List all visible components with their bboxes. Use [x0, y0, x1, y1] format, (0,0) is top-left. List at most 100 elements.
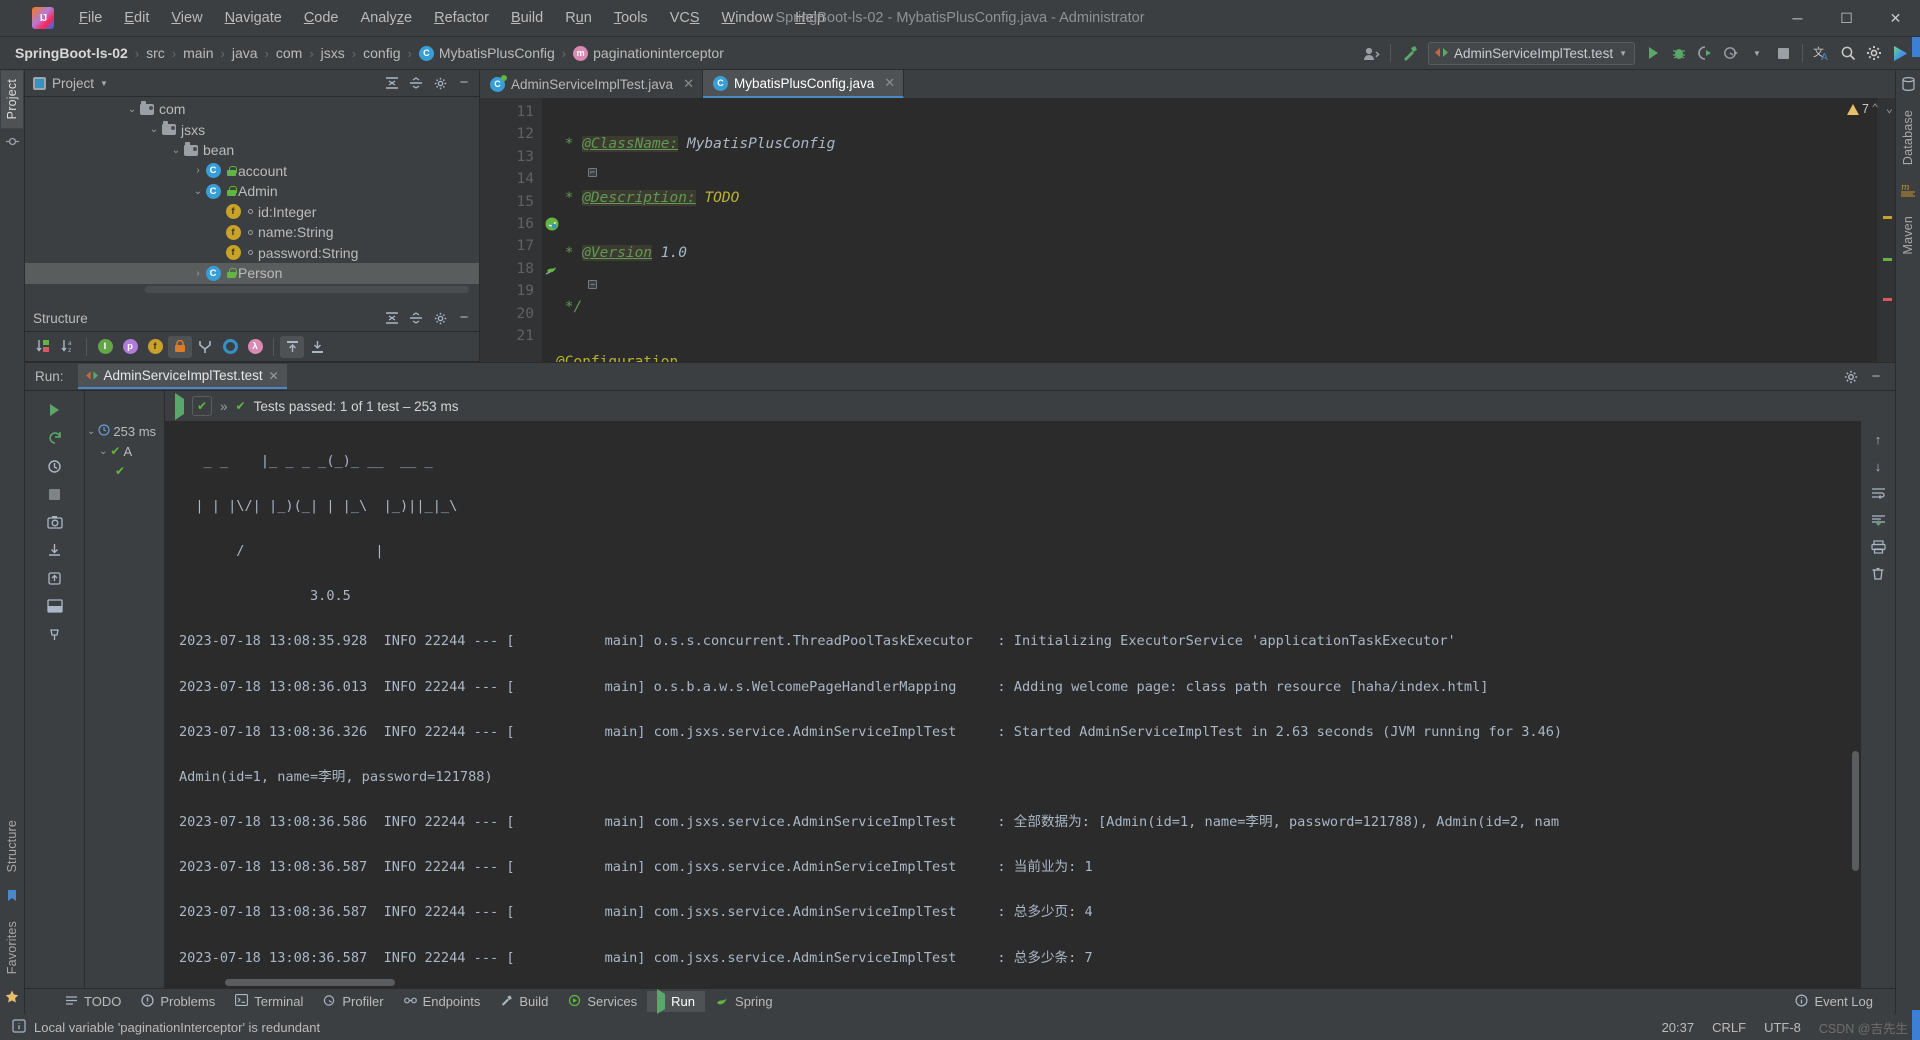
search-icon[interactable]	[1836, 41, 1860, 65]
bottom-tab-profiler[interactable]: Profiler	[313, 991, 393, 1013]
twisty-icon[interactable]: ⌄	[147, 124, 161, 135]
bottom-tab-terminal[interactable]: Terminal	[225, 991, 313, 1012]
account-icon[interactable]	[1359, 41, 1383, 65]
tree-row-com[interactable]: ⌄ com	[25, 99, 479, 120]
code-editor[interactable]: 11 12 13 14 15 16 17 18 19 20 21 * @Clas…	[480, 98, 1895, 362]
expand-all-icon[interactable]	[405, 72, 427, 94]
layout-icon[interactable]	[42, 593, 68, 619]
breadcrumb-config[interactable]: config	[360, 43, 403, 63]
tests-passed-check-icon[interactable]: ✔	[192, 396, 212, 416]
bottom-tab-build[interactable]: Build	[490, 991, 558, 1013]
bottom-tab-problems[interactable]: Problems	[131, 991, 225, 1013]
inspection-down-icon[interactable]: ⌄	[1886, 101, 1893, 115]
settings-gear-icon[interactable]	[429, 72, 451, 94]
hide-panel-icon[interactable]: −	[1865, 366, 1887, 388]
inspection-up-icon[interactable]: ⌃	[1872, 101, 1879, 115]
event-log-button[interactable]: Event Log	[1785, 991, 1883, 1013]
tree-row-person[interactable]: › C Person	[25, 263, 479, 284]
inspection-warning-count[interactable]: 7	[1847, 102, 1869, 116]
bottom-tab-todo[interactable]: TODO	[55, 991, 131, 1012]
group-icon[interactable]	[193, 336, 217, 358]
menu-navigate[interactable]: Navigate	[214, 6, 293, 30]
test-tree-class[interactable]: ⌄ ✔ A	[87, 441, 164, 461]
tree-row-bean[interactable]: ⌄ bean	[25, 140, 479, 161]
print-icon[interactable]	[1865, 535, 1891, 559]
breadcrumb-project[interactable]: SpringBoot-ls-02	[12, 43, 131, 63]
breadcrumb-class[interactable]: C MybatisPlusConfig	[416, 43, 558, 63]
console-horizontal-scrollbar[interactable]	[225, 979, 395, 986]
breadcrumb-main[interactable]: main	[180, 43, 216, 63]
close-icon[interactable]: ✕	[683, 76, 694, 92]
pin-icon[interactable]	[42, 621, 68, 647]
tab-MybatisPlusConfig[interactable]: C MybatisPlusConfig.java ✕	[702, 70, 905, 98]
interfaces-icon[interactable]	[218, 336, 242, 358]
twisty-icon[interactable]: ⌄	[99, 446, 107, 457]
sort-by-visibility-icon[interactable]	[31, 336, 55, 358]
menu-window[interactable]: Window	[711, 6, 785, 30]
settings-gear-icon[interactable]	[1862, 41, 1886, 65]
tree-row-id-field[interactable]: f id:Integer	[25, 202, 479, 223]
menu-vcs[interactable]: VCS	[659, 6, 711, 30]
bottom-tab-endpoints[interactable]: Endpoints	[394, 991, 491, 1013]
breadcrumb-src[interactable]: src	[143, 43, 168, 63]
menu-view[interactable]: View	[160, 6, 213, 30]
test-tree-root[interactable]: ⌄ 253 ms	[87, 421, 164, 441]
bottom-tab-spring[interactable]: Spring	[705, 991, 783, 1013]
toggle-auto-test-icon[interactable]	[42, 453, 68, 479]
file-encoding[interactable]: UTF-8	[1764, 1020, 1801, 1035]
breadcrumb-com[interactable]: com	[273, 43, 305, 63]
menu-analyze[interactable]: Analyze	[350, 6, 424, 30]
bottom-tab-run[interactable]: Run	[647, 989, 706, 1014]
run-configuration-selector[interactable]: AdminServiceImplTest.test ▼	[1428, 41, 1635, 65]
menu-run[interactable]: Run	[554, 6, 603, 30]
code-text[interactable]: * @ClassName: MybatisPlusConfig * @Descr…	[542, 98, 1877, 362]
show-inherited-icon[interactable]: I	[93, 336, 117, 358]
hide-panel-icon[interactable]: −	[453, 307, 475, 329]
twisty-icon[interactable]: ⌄	[87, 426, 95, 437]
export-icon[interactable]	[42, 565, 68, 591]
minimize-button[interactable]: ─	[1773, 0, 1822, 37]
twisty-icon[interactable]: ⌄	[191, 186, 205, 197]
console-vertical-scrollbar[interactable]	[1852, 751, 1859, 871]
menu-refactor[interactable]: Refactor	[423, 6, 500, 30]
run-icon[interactable]	[175, 392, 184, 420]
profiler-icon[interactable]	[1719, 41, 1743, 65]
line-separator[interactable]: CRLF	[1712, 1020, 1746, 1035]
screenshot-icon[interactable]	[42, 509, 68, 535]
close-button[interactable]: ✕	[1871, 0, 1920, 37]
menu-build[interactable]: Build	[500, 6, 554, 30]
tree-row-admin[interactable]: ⌄ C Admin	[25, 181, 479, 202]
twisty-icon[interactable]: ⌄	[125, 104, 139, 115]
run-session-tab[interactable]: AdminServiceImplTest.test ✕	[77, 364, 287, 389]
tree-row-password-field[interactable]: f password:String	[25, 243, 479, 264]
test-results-tree[interactable]: ⌄ 253 ms ⌄ ✔ A ✔	[85, 421, 164, 481]
translate-icon[interactable]: 文A	[1810, 41, 1834, 65]
import-tests-icon[interactable]	[42, 537, 68, 563]
clear-all-icon[interactable]	[1865, 562, 1891, 586]
rerun-failed-tests-icon[interactable]	[42, 425, 68, 451]
build-hammer-icon[interactable]	[1398, 41, 1422, 65]
expand-status-icon[interactable]: »	[220, 399, 228, 414]
show-non-public-icon[interactable]	[168, 335, 192, 358]
menu-edit[interactable]: Edit	[113, 6, 160, 30]
tree-row-jsxs[interactable]: ⌄ jsxs	[25, 120, 479, 141]
project-tree[interactable]: ⌄ com ⌄ jsxs ⌄ bean › C account ⌄ C Admi…	[25, 97, 479, 305]
tree-row-account[interactable]: › C account	[25, 161, 479, 182]
editor-marker-rail[interactable]	[1877, 98, 1895, 362]
star-icon[interactable]	[5, 983, 19, 1014]
twisty-icon[interactable]: ›	[191, 268, 205, 279]
show-properties-icon[interactable]: p	[118, 336, 142, 358]
settings-gear-icon[interactable]	[429, 307, 451, 329]
project-tree-hscrollbar[interactable]	[145, 285, 469, 293]
maximize-button[interactable]: ☐	[1822, 0, 1871, 37]
collapse-all-icon[interactable]	[381, 72, 403, 94]
sidebar-item-favorites[interactable]: Favorites	[1, 912, 23, 983]
caret-position[interactable]: 20:37	[1662, 1020, 1695, 1035]
expand-all-icon[interactable]	[405, 307, 427, 329]
ide-assistant-icon[interactable]	[1888, 41, 1912, 65]
commit-icon[interactable]	[5, 128, 19, 158]
breadcrumb-jsxs[interactable]: jsxs	[318, 43, 348, 63]
soft-wrap-icon[interactable]	[1865, 481, 1891, 505]
breadcrumb-method[interactable]: m paginationinterceptor	[570, 43, 727, 63]
bottom-tab-services[interactable]: Services	[558, 991, 647, 1013]
